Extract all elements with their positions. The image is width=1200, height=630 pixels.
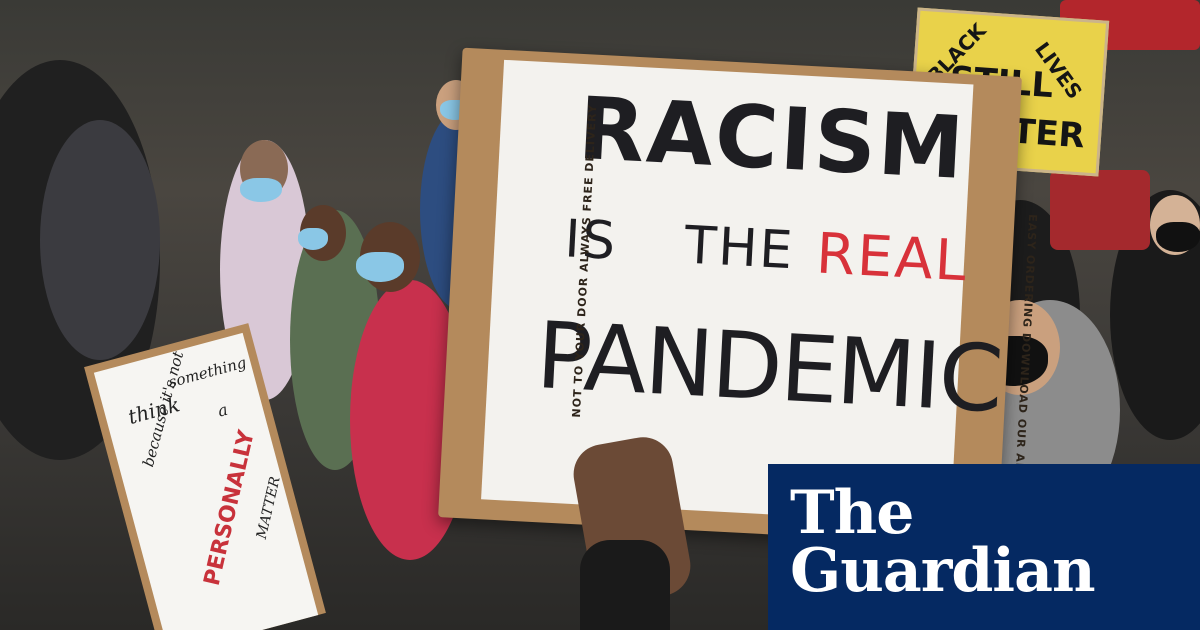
news-photo: BLACK LIVES STILL TER RACISM IS THE REAL… <box>0 0 1200 630</box>
raised-arm <box>580 540 670 630</box>
handwritten-text-6: MATTER <box>253 475 284 541</box>
face-mask <box>356 252 404 282</box>
face-mask <box>298 228 328 250</box>
sign-text-racism: RACISM <box>575 78 969 200</box>
guardian-logo: The Guardian <box>768 464 1200 630</box>
yellow-sign-text-4: TER <box>1010 111 1087 157</box>
crowd-shape <box>1050 170 1150 250</box>
face-mask <box>1156 222 1200 252</box>
face-mask <box>240 178 282 202</box>
brand-text-guardian: Guardian <box>790 536 1096 606</box>
crowd-shape <box>40 120 160 360</box>
handwritten-text-4: a <box>215 399 230 421</box>
sign-text-the: THE <box>683 215 796 282</box>
handwritten-text-5: PERSONALLY <box>199 427 260 589</box>
sign-text-pandemic: PANDEMIC <box>533 302 1004 434</box>
sign-text-real: REAL <box>814 221 970 295</box>
sign-paper: RACISM IS THE REAL PANDEMIC <box>481 59 1004 524</box>
